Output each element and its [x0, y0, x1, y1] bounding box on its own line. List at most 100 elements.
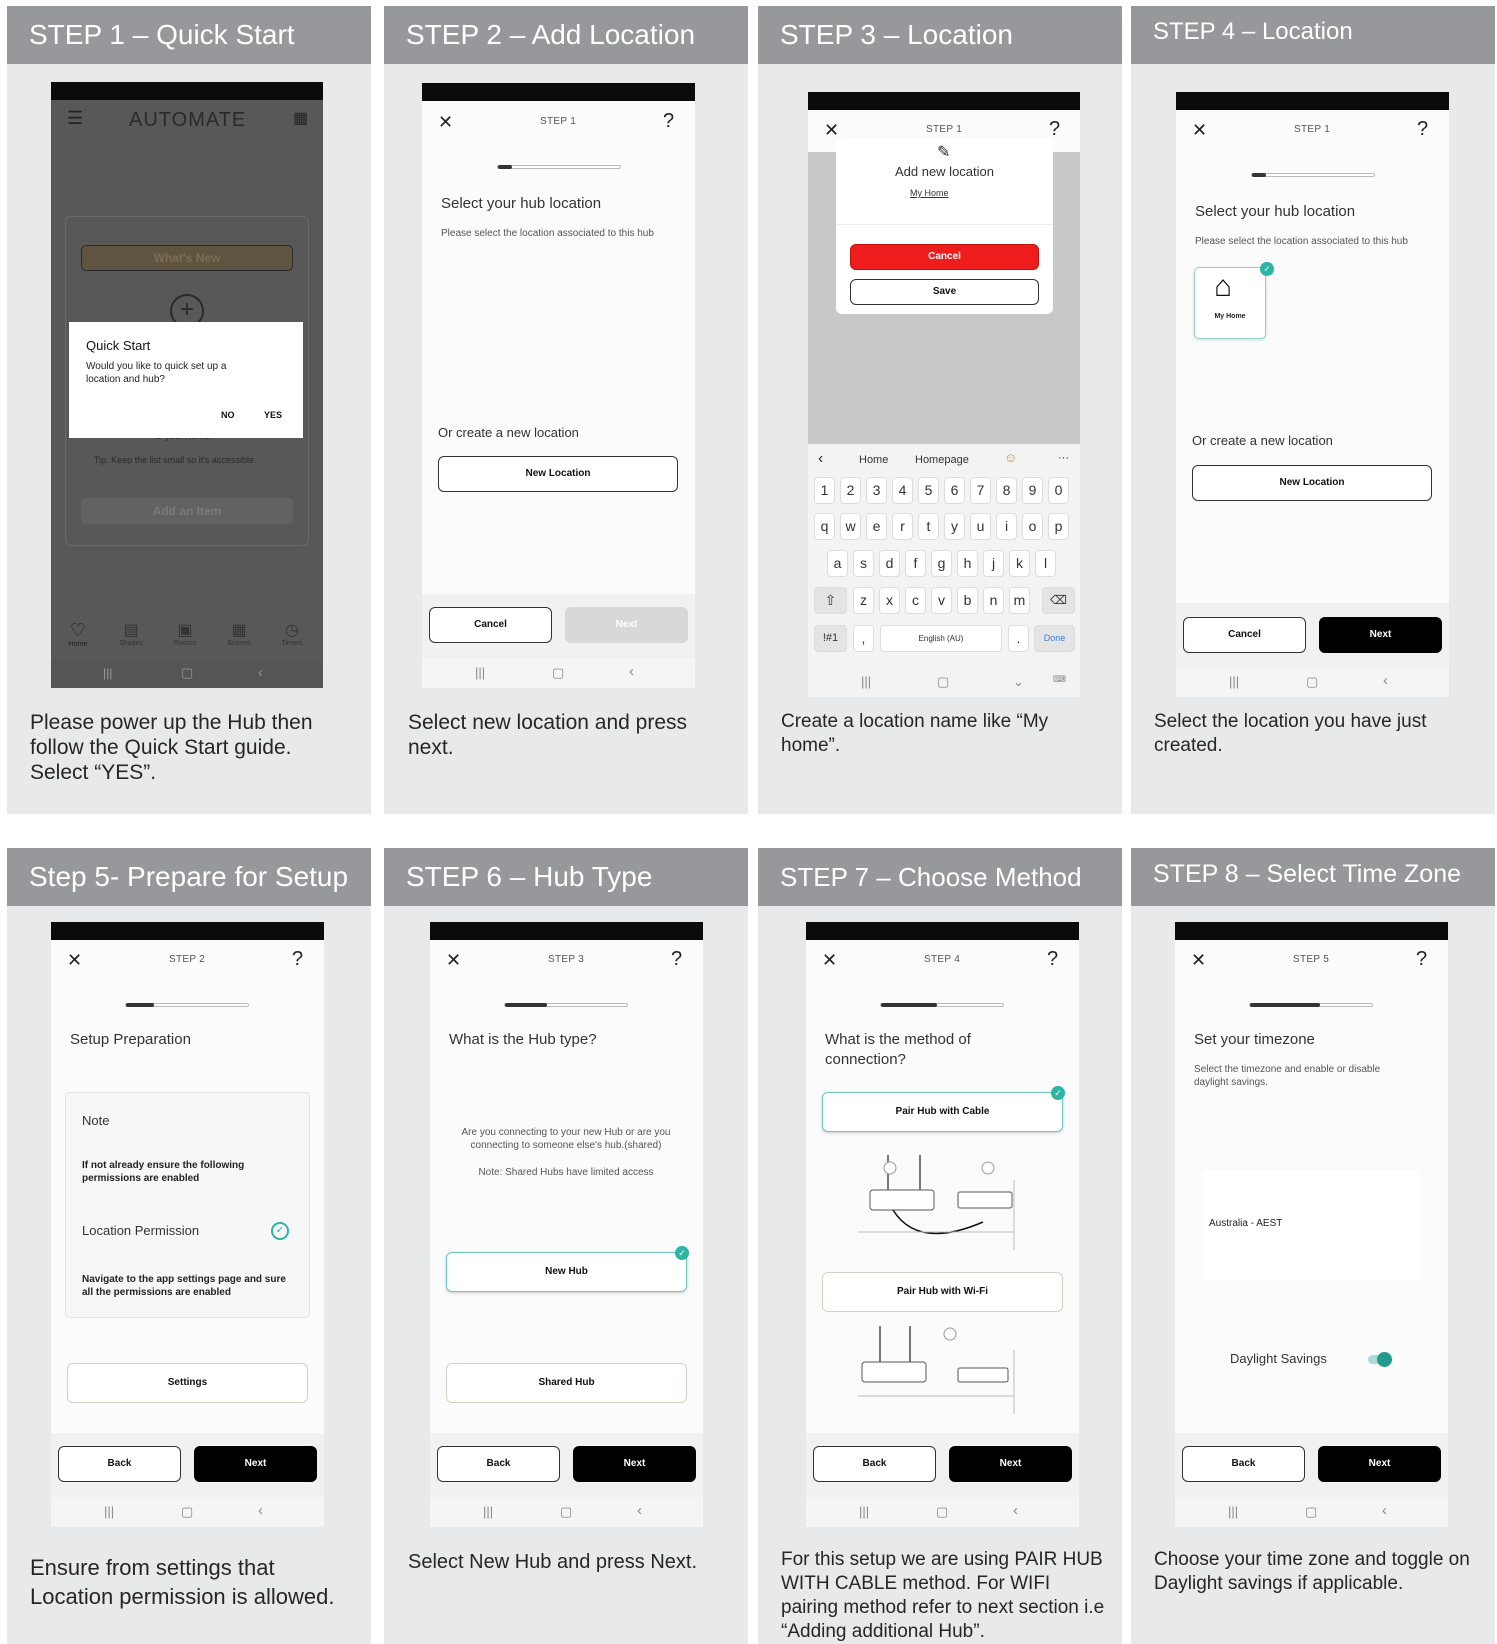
new-location-button[interactable]: New Location: [438, 456, 678, 492]
back-nav-icon[interactable]: ‹: [1382, 1502, 1387, 1519]
tab-scenes[interactable]: ▦ Scenes: [222, 620, 256, 647]
home-nav-icon[interactable]: ▢: [181, 1504, 193, 1520]
close-icon[interactable]: ✕: [1192, 120, 1207, 141]
key[interactable]: h: [957, 550, 978, 577]
back-nav-icon[interactable]: ‹: [637, 1502, 642, 1519]
suggestion[interactable]: Homepage: [915, 454, 969, 466]
next-button[interactable]: Next: [1319, 617, 1442, 653]
next-button[interactable]: Next: [949, 1446, 1072, 1482]
yes-button[interactable]: YES: [264, 410, 282, 420]
more-icon[interactable]: ···: [1058, 452, 1069, 464]
pair-wifi-button[interactable]: Pair Hub with Wi-Fi: [822, 1272, 1063, 1312]
key[interactable]: .: [1008, 625, 1029, 652]
new-hub-button[interactable]: New Hub: [446, 1252, 687, 1292]
key[interactable]: l: [1035, 550, 1056, 577]
key[interactable]: 7: [970, 477, 991, 504]
help-icon[interactable]: ?: [1049, 118, 1060, 141]
home-nav-icon[interactable]: ▢: [1306, 674, 1318, 690]
tab-rooms[interactable]: ▣ Rooms: [168, 620, 202, 647]
back-button[interactable]: Back: [437, 1446, 560, 1482]
close-icon[interactable]: ✕: [822, 950, 837, 971]
help-icon[interactable]: ?: [663, 110, 674, 133]
key[interactable]: o: [1022, 513, 1043, 540]
back-button[interactable]: Back: [1182, 1446, 1305, 1482]
key[interactable]: ,: [853, 625, 874, 652]
key[interactable]: i: [996, 513, 1017, 540]
recents-icon[interactable]: |||: [483, 1504, 493, 1519]
recents-icon[interactable]: |||: [475, 665, 485, 680]
key[interactable]: r: [892, 513, 913, 540]
key[interactable]: z: [853, 587, 874, 614]
recents-icon[interactable]: |||: [859, 1504, 869, 1519]
no-button[interactable]: NO: [221, 410, 235, 420]
key[interactable]: 6: [944, 477, 965, 504]
back-button[interactable]: Back: [58, 1446, 181, 1482]
key[interactable]: n: [983, 587, 1004, 614]
home-nav-icon[interactable]: ▢: [181, 665, 193, 681]
key[interactable]: m: [1009, 587, 1030, 614]
close-icon[interactable]: ✕: [824, 120, 839, 141]
key[interactable]: v: [931, 587, 952, 614]
key[interactable]: x: [879, 587, 900, 614]
key[interactable]: 2: [840, 477, 861, 504]
help-icon[interactable]: ?: [1416, 948, 1427, 971]
home-nav-icon[interactable]: ▢: [937, 674, 949, 690]
save-button[interactable]: Save: [850, 279, 1039, 305]
done-key[interactable]: Done: [1034, 625, 1075, 652]
shared-hub-button[interactable]: Shared Hub: [446, 1363, 687, 1403]
close-icon[interactable]: ✕: [67, 950, 82, 971]
timezone-picker[interactable]: Australia - AEST: [1203, 1170, 1419, 1280]
key[interactable]: 5: [918, 477, 939, 504]
recents-icon[interactable]: |||: [1229, 674, 1239, 689]
help-icon[interactable]: ?: [671, 948, 682, 971]
key[interactable]: 0: [1048, 477, 1069, 504]
key[interactable]: s: [853, 550, 874, 577]
tab-shades[interactable]: ▤ Shades: [114, 620, 148, 647]
key[interactable]: 1: [814, 477, 835, 504]
home-nav-icon[interactable]: ▢: [936, 1504, 948, 1520]
back-nav-icon[interactable]: ‹: [1013, 1502, 1018, 1519]
symbols-key[interactable]: !#1: [814, 625, 847, 652]
chevron-left-icon[interactable]: ‹: [818, 450, 823, 468]
key[interactable]: 3: [866, 477, 887, 504]
key[interactable]: p: [1048, 513, 1069, 540]
key[interactable]: t: [918, 513, 939, 540]
emoji-icon[interactable]: ☺: [1004, 450, 1017, 465]
home-nav-icon[interactable]: ▢: [1305, 1504, 1317, 1520]
key[interactable]: u: [970, 513, 991, 540]
back-button[interactable]: Back: [813, 1446, 936, 1482]
key[interactable]: y: [944, 513, 965, 540]
suggestion[interactable]: Home: [859, 454, 888, 466]
key[interactable]: c: [905, 587, 926, 614]
next-button[interactable]: Next: [565, 607, 688, 643]
location-name-input[interactable]: My Home: [910, 188, 949, 198]
new-location-button[interactable]: New Location: [1192, 465, 1432, 501]
home-nav-icon[interactable]: ▢: [552, 665, 564, 681]
location-tile-my-home[interactable]: ⌂ My Home: [1194, 267, 1266, 339]
tab-timers[interactable]: ◷ Timers: [275, 620, 309, 647]
menu-icon[interactable]: ☰: [67, 108, 83, 129]
key[interactable]: q: [814, 513, 835, 540]
close-icon[interactable]: ✕: [446, 950, 461, 971]
chevron-down-icon[interactable]: ⌄: [1013, 674, 1024, 690]
next-button[interactable]: Next: [194, 1446, 317, 1482]
recents-icon[interactable]: |||: [104, 1504, 114, 1519]
close-icon[interactable]: ✕: [1191, 950, 1206, 971]
shift-key[interactable]: ⇧: [814, 587, 847, 614]
help-icon[interactable]: ?: [1047, 948, 1058, 971]
key[interactable]: e: [866, 513, 887, 540]
key[interactable]: 9: [1022, 477, 1043, 504]
back-nav-icon[interactable]: ‹: [258, 1502, 263, 1519]
next-button[interactable]: Next: [573, 1446, 696, 1482]
key[interactable]: 8: [996, 477, 1017, 504]
key[interactable]: f: [905, 550, 926, 577]
help-icon[interactable]: ?: [1417, 118, 1428, 141]
grid-icon[interactable]: ▦: [293, 108, 308, 128]
key[interactable]: k: [1009, 550, 1030, 577]
tab-home[interactable]: ♡ Home: [61, 620, 95, 648]
settings-button[interactable]: Settings: [67, 1363, 308, 1403]
key[interactable]: w: [840, 513, 861, 540]
backspace-key[interactable]: ⌫: [1042, 587, 1075, 614]
key[interactable]: 4: [892, 477, 913, 504]
key[interactable]: d: [879, 550, 900, 577]
